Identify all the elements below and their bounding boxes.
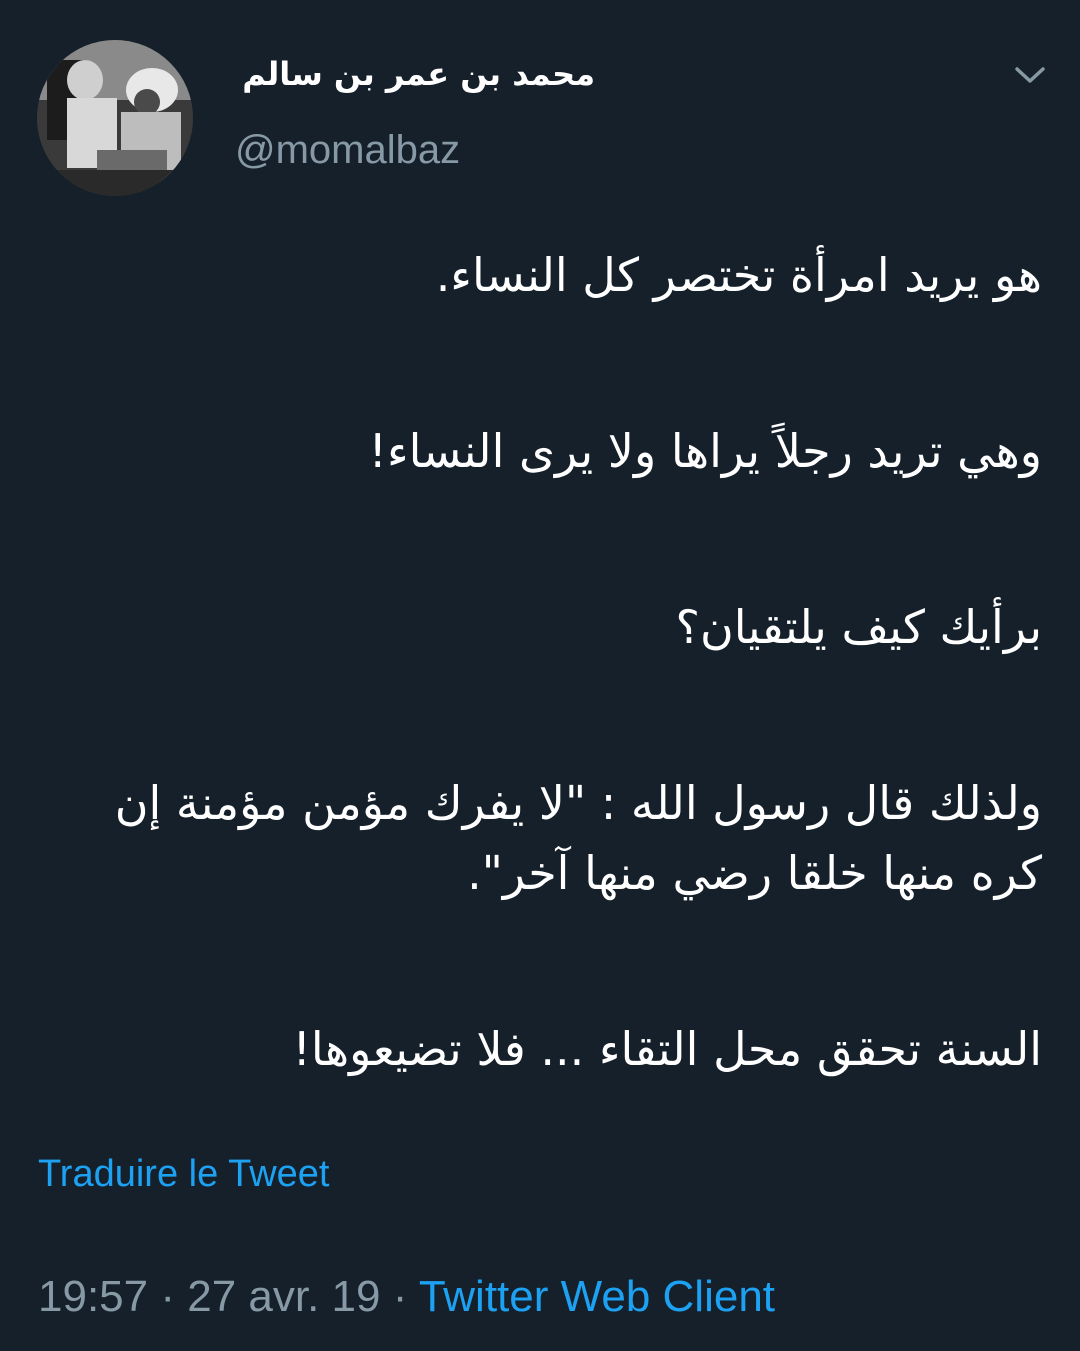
meta-separator: · (392, 1272, 408, 1321)
author-handle[interactable]: @momalbaz (235, 124, 595, 176)
tweet-paragraph: السنة تحقق محل التقاء ... فلا تضيعوها! (292, 1022, 1042, 1076)
tweet-text: هو يريد امرأة تختصر كل النساء. وهي تريد … (40, 240, 1042, 1190)
avatar-image (37, 40, 193, 196)
tweet-card: محمد بن عمر بن سالم @momalbaz هو يريد ام… (0, 0, 1080, 1351)
chevron-down-icon[interactable] (1010, 60, 1050, 90)
tweet-meta: 19:57 · 27 avr. 19 · Twitter Web Client (38, 1270, 775, 1324)
avatar[interactable] (37, 40, 193, 196)
author-info: محمد بن عمر بن سالم @momalbaz (235, 48, 595, 176)
tweet-paragraph: برأيك كيف يلتقيان؟ (675, 600, 1042, 654)
tweet-paragraph: ولذلك قال رسول الله : "لا يفرك مؤمن مؤمن… (114, 776, 1042, 900)
author-name[interactable]: محمد بن عمر بن سالم (235, 48, 595, 100)
tweet-paragraph: وهي تريد رجلاً يراها ولا يرى النساء! (368, 424, 1042, 478)
tweet-date[interactable]: 27 avr. 19 (187, 1272, 380, 1321)
tweet-paragraph: هو يريد امرأة تختصر كل النساء. (435, 248, 1042, 302)
meta-separator: · (160, 1272, 175, 1321)
translate-tweet-link[interactable]: Traduire le Tweet (38, 1150, 329, 1198)
tweet-client-link[interactable]: Twitter Web Client (419, 1272, 775, 1321)
tweet-time[interactable]: 19:57 (38, 1272, 148, 1321)
